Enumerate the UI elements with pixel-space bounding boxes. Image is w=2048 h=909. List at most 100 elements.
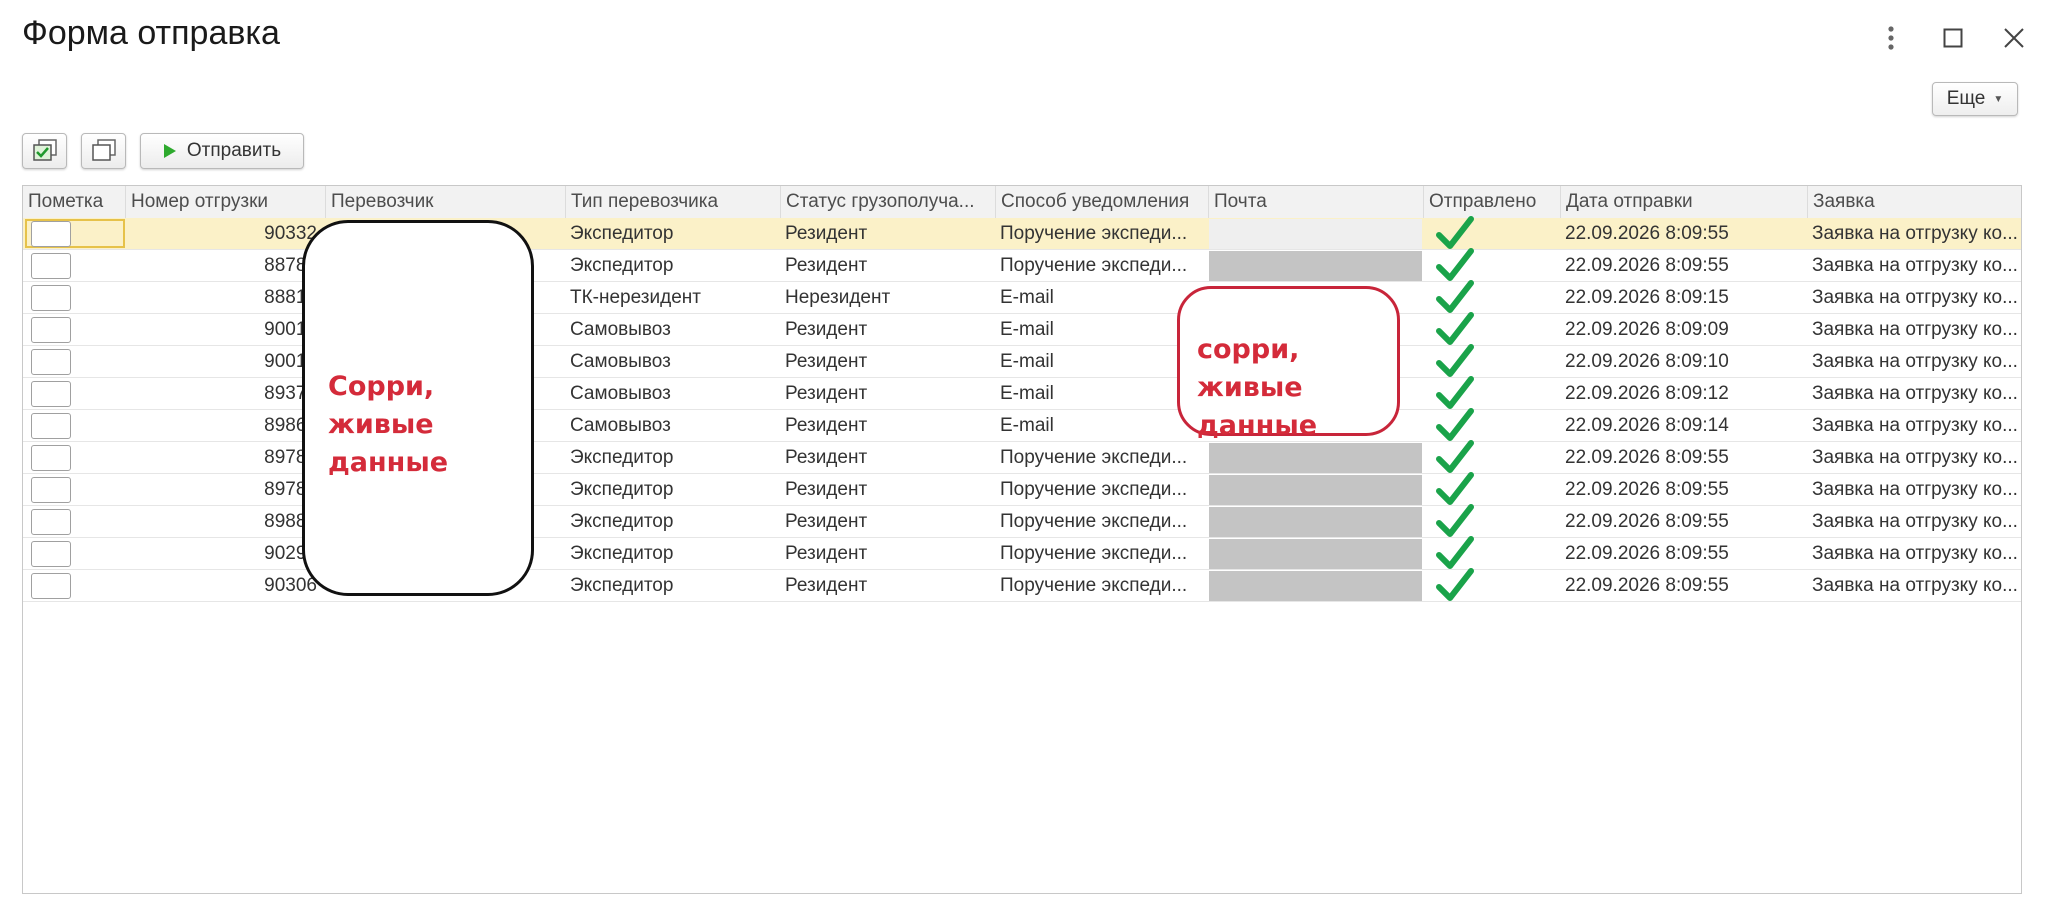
shipment-number-cell: 90306 xyxy=(264,575,317,596)
play-icon xyxy=(163,144,176,158)
dropdown-caret-icon: ▼ xyxy=(1993,93,2004,105)
column-header-shipment-number[interactable]: Номер отгрузки xyxy=(125,186,325,218)
close-icon[interactable] xyxy=(1996,20,2032,56)
maximize-icon[interactable] xyxy=(1935,20,1971,56)
notification-method-cell: Поручение экспеди... xyxy=(1000,223,1188,244)
carrier-type-cell: Самовывоз xyxy=(570,319,671,340)
send-date-cell: 22.09.2026 8:09:55 xyxy=(1565,223,1729,244)
consignee-status-cell: Резидент xyxy=(785,223,868,244)
uncheck-all-icon xyxy=(91,139,116,161)
carrier-type-cell: Экспедитор xyxy=(570,255,674,276)
mail-cell xyxy=(1209,539,1422,569)
order-cell: Заявка на отгрузку ко... xyxy=(1812,543,2018,564)
column-header-sent[interactable]: Отправлено xyxy=(1423,186,1560,218)
mail-redaction-mask: сорри, живые данные xyxy=(1177,286,1400,441)
column-header-mail[interactable]: Почта xyxy=(1208,186,1423,218)
carrier-type-cell: Экспедитор xyxy=(570,575,674,596)
mail-cell xyxy=(1209,507,1422,537)
shipment-number-cell: 89884 xyxy=(264,511,317,532)
notification-method-cell: Поручение экспеди... xyxy=(1000,255,1188,276)
mail-cell xyxy=(1209,251,1422,281)
shipment-number-cell: 89782 xyxy=(264,447,317,468)
mail-mask-text: сорри, живые данные xyxy=(1197,334,1318,441)
consignee-status-cell: Резидент xyxy=(785,351,868,372)
mail-cell xyxy=(1209,443,1422,473)
shipment-number-cell: 89783 xyxy=(264,479,317,500)
table-header: Пометка Номер отгрузки Перевозчик Тип перев… xyxy=(23,186,2021,219)
carrier-type-cell: Экспедитор xyxy=(570,223,674,244)
notification-method-cell: Поручение экспеди... xyxy=(1000,543,1188,564)
order-cell: Заявка на отгрузку ко... xyxy=(1812,383,2018,404)
send-date-cell: 22.09.2026 8:09:12 xyxy=(1565,383,1729,404)
mark-checkbox[interactable] xyxy=(31,221,71,247)
check-all-icon xyxy=(32,139,57,161)
carrier-type-cell: Самовывоз xyxy=(570,351,671,372)
order-cell: Заявка на отгрузку ко... xyxy=(1812,415,2018,436)
notification-method-cell: Поручение экспеди... xyxy=(1000,447,1188,468)
send-button-label: Отправить xyxy=(186,140,282,161)
carrier-type-cell: Экспедитор xyxy=(570,447,674,468)
send-button[interactable]: Отправить xyxy=(140,133,304,169)
more-button-label: Еще xyxy=(1946,88,1986,109)
mark-checkbox[interactable] xyxy=(31,317,71,343)
shipment-number-cell: 88815 xyxy=(264,287,317,308)
send-date-cell: 22.09.2026 8:09:55 xyxy=(1565,255,1729,276)
consignee-status-cell: Резидент xyxy=(785,479,868,500)
mail-cell xyxy=(1209,571,1422,601)
shipment-number-cell: 90019 xyxy=(264,351,317,372)
send-date-cell: 22.09.2026 8:09:55 xyxy=(1565,447,1729,468)
order-cell: Заявка на отгрузку ко... xyxy=(1812,255,2018,276)
uncheck-all-button[interactable] xyxy=(81,133,126,169)
notification-method-cell: E-mail xyxy=(1000,415,1054,436)
notification-method-cell: E-mail xyxy=(1000,287,1054,308)
shipment-number-cell: 90290 xyxy=(264,543,317,564)
order-cell: Заявка на отгрузку ко... xyxy=(1812,575,2018,596)
send-date-cell: 22.09.2026 8:09:10 xyxy=(1565,351,1729,372)
shipment-number-cell: 90332 xyxy=(264,223,317,244)
mark-checkbox[interactable] xyxy=(31,285,71,311)
consignee-status-cell: Резидент xyxy=(785,383,868,404)
mark-checkbox[interactable] xyxy=(31,253,71,279)
column-header-carrier-type[interactable]: Тип перевозчика xyxy=(565,186,780,218)
shipment-number-cell: 88781 xyxy=(264,255,317,276)
mark-checkbox[interactable] xyxy=(31,381,71,407)
mark-checkbox[interactable] xyxy=(31,349,71,375)
shipment-number-cell: 90018 xyxy=(264,319,317,340)
consignee-status-cell: Резидент xyxy=(785,511,868,532)
carrier-mask-text: Сорри, живые данные xyxy=(328,371,449,478)
notification-method-cell: Поручение экспеди... xyxy=(1000,575,1188,596)
mark-checkbox[interactable] xyxy=(31,509,71,535)
mark-checkbox[interactable] xyxy=(31,445,71,471)
order-cell: Заявка на отгрузку ко... xyxy=(1812,287,2018,308)
mark-checkbox[interactable] xyxy=(31,477,71,503)
check-all-button[interactable] xyxy=(22,133,67,169)
carrier-type-cell: Экспедитор xyxy=(570,511,674,532)
order-cell: Заявка на отгрузку ко... xyxy=(1812,511,2018,532)
consignee-status-cell: Резидент xyxy=(785,319,868,340)
mail-cell xyxy=(1209,219,1422,249)
mark-checkbox[interactable] xyxy=(31,413,71,439)
order-cell: Заявка на отгрузку ко... xyxy=(1812,319,2018,340)
consignee-status-cell: Резидент xyxy=(785,575,868,596)
column-header-order[interactable]: Заявка xyxy=(1807,186,2023,218)
carrier-type-cell: Самовывоз xyxy=(570,383,671,404)
more-button[interactable]: Еще ▼ xyxy=(1932,82,2018,116)
column-header-send-date[interactable]: Дата отправки xyxy=(1560,186,1807,218)
send-date-cell: 22.09.2026 8:09:09 xyxy=(1565,319,1729,340)
send-date-cell: 22.09.2026 8:09:15 xyxy=(1565,287,1729,308)
column-header-notification-method[interactable]: Способ уведомления xyxy=(995,186,1208,218)
consignee-status-cell: Нерезидент xyxy=(785,287,891,308)
kebab-menu-icon[interactable] xyxy=(1873,20,1909,56)
mark-checkbox[interactable] xyxy=(31,541,71,567)
window-title: Форма отправка xyxy=(22,14,280,52)
send-date-cell: 22.09.2026 8:09:55 xyxy=(1565,543,1729,564)
mark-checkbox[interactable] xyxy=(31,573,71,599)
column-header-mark[interactable]: Пометка xyxy=(23,186,125,218)
column-header-carrier[interactable]: Перевозчик xyxy=(325,186,565,218)
column-header-consignee-status[interactable]: Статус грузополуча... xyxy=(780,186,995,218)
send-date-cell: 22.09.2026 8:09:55 xyxy=(1565,575,1729,596)
notification-method-cell: Поручение экспеди... xyxy=(1000,511,1188,532)
consignee-status-cell: Резидент xyxy=(785,255,868,276)
carrier-redaction-mask: Сорри, живые данные xyxy=(302,220,534,596)
order-cell: Заявка на отгрузку ко... xyxy=(1812,479,2018,500)
